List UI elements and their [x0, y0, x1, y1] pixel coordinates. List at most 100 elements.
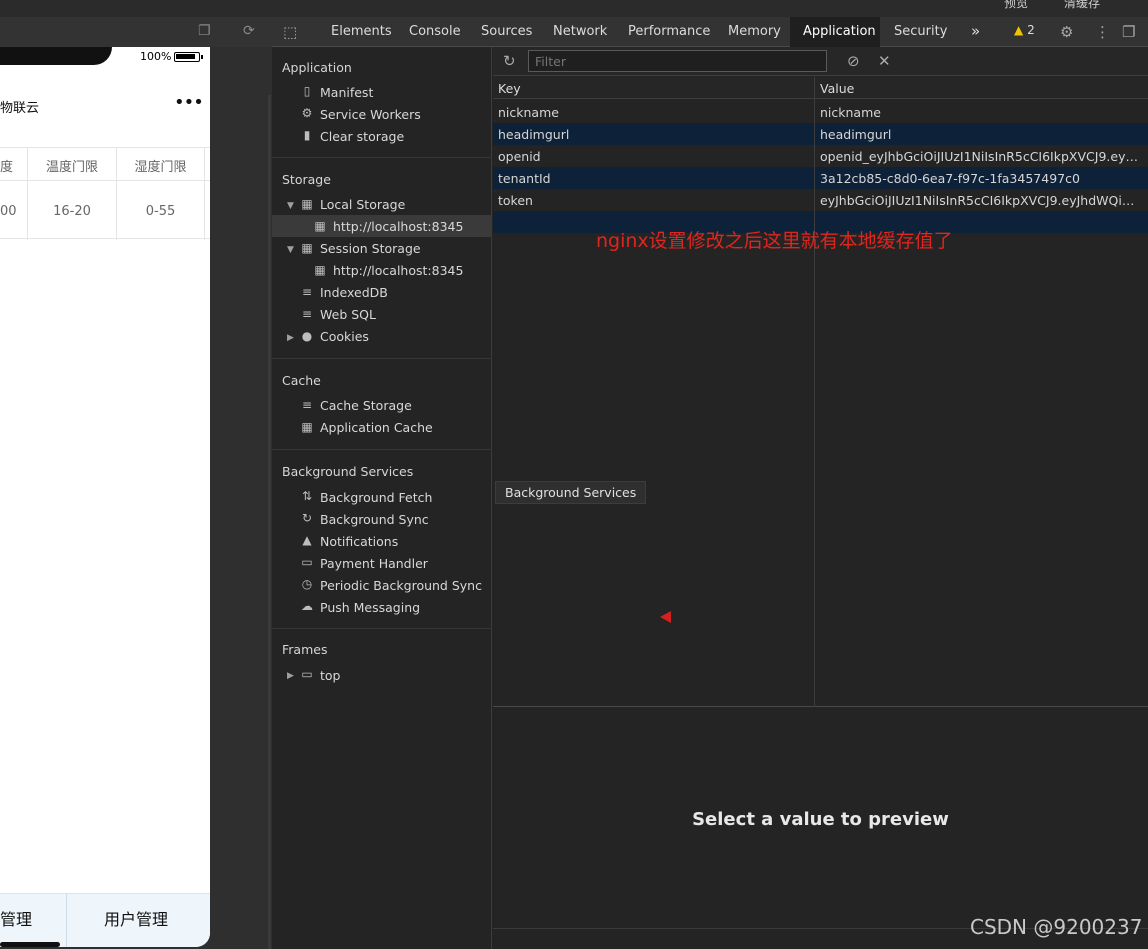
database-icon: ≡: [301, 285, 313, 299]
dock-icon[interactable]: ❐: [1122, 23, 1135, 41]
frame-window-icon: ▭: [301, 667, 313, 681]
expand-arrow-icon[interactable]: ▼: [287, 245, 294, 255]
storage-toolbar: ↻ ⊘ ✕: [493, 47, 1148, 76]
table-grid-icon: ▦: [301, 420, 313, 434]
inspect-icon[interactable]: ⬚: [283, 23, 297, 41]
divider: [0, 180, 210, 181]
kebab-menu-icon[interactable]: ⋮: [1095, 23, 1110, 41]
row-key: nickname: [498, 105, 559, 120]
row-key: headimgurl: [498, 127, 570, 142]
annotation-text: nginx设置修改之后这里就有本地缓存值了: [596, 230, 953, 252]
sidebar-item-background-sync[interactable]: Background Sync: [320, 512, 429, 527]
sidebar-item-service-workers[interactable]: Service Workers: [320, 107, 421, 122]
row-value: 3a12cb85-c8d0-6ea7-f97c-1fa3457497c0: [820, 171, 1080, 186]
expand-arrow-icon[interactable]: ▼: [287, 201, 294, 211]
sidebar-item-application-cache[interactable]: Application Cache: [320, 420, 433, 435]
scrollbar[interactable]: [268, 95, 271, 949]
top-strip: 预览 清缓存: [0, 0, 1148, 17]
divider: [272, 628, 492, 629]
tab-user-manage[interactable]: 用户管理: [104, 906, 168, 930]
tab-console[interactable]: Console: [403, 17, 467, 47]
database-icon: ≡: [301, 307, 313, 321]
more-tabs-icon[interactable]: »: [965, 17, 986, 47]
filter-input[interactable]: [528, 50, 827, 72]
bottom-tab-bar: 管理 用户管理: [0, 893, 210, 947]
sidebar-item-cache-storage[interactable]: Cache Storage: [320, 398, 412, 413]
trash-icon: ▮: [303, 128, 311, 142]
delete-selected-icon[interactable]: ✕: [878, 52, 891, 70]
refresh-icon[interactable]: ↻: [503, 52, 516, 70]
sidebar-item-frame-top[interactable]: top: [320, 668, 340, 683]
window-icon[interactable]: ❐: [198, 23, 211, 39]
sidebar-item-indexeddb[interactable]: IndexedDB: [320, 285, 388, 300]
tab-application[interactable]: Application: [790, 17, 880, 47]
clear-cache-link[interactable]: 清缓存: [1064, 0, 1100, 11]
row-key: openid: [498, 149, 541, 164]
section-storage: Storage: [282, 172, 331, 187]
table-row[interactable]: headimgurl headimgurl: [493, 123, 1148, 145]
divider: [66, 894, 67, 947]
divider: [204, 148, 205, 240]
table-row[interactable]: token eyJhbGciOiJIUzI1NiIsInR5cCI6IkpXVC…: [493, 189, 1148, 211]
value-preview-pane: Select a value to preview: [493, 708, 1148, 949]
gear-icon: ⚙: [301, 106, 313, 120]
sidebar-item-cookies[interactable]: Cookies: [320, 329, 369, 344]
sidebar-item-periodic-background-sync[interactable]: Periodic Background Sync: [320, 578, 482, 593]
sidebar-item-background-fetch[interactable]: Background Fetch: [320, 490, 432, 505]
tab-elements[interactable]: Elements: [325, 17, 398, 47]
column-divider[interactable]: [814, 77, 815, 707]
table-grid-icon: ▦: [301, 241, 313, 255]
table-row[interactable]: tenantId 3a12cb85-c8d0-6ea7-f97c-1fa3457…: [493, 167, 1148, 189]
table-row[interactable]: nickname nickname: [493, 101, 1148, 123]
table-header: 度: [0, 160, 14, 175]
sidebar-item-local-storage[interactable]: Local Storage: [320, 197, 405, 212]
notch: [0, 47, 112, 65]
table-row[interactable]: openid openid_eyJhbGciOiJIUzI1NiIsInR5cC…: [493, 145, 1148, 167]
section-frames: Frames: [282, 642, 328, 657]
sidebar-item-notifications[interactable]: Notifications: [320, 534, 398, 549]
tooltip: Background Services: [495, 481, 647, 504]
screen: 预览 清缓存 ❐ ⟳ 100% 物联云 ••• 度 温度门限 湿度门限 00 1…: [0, 0, 1148, 949]
table-cell: 16-20: [53, 204, 91, 219]
grid-header: Key Value: [493, 77, 1148, 99]
app-title: 物联云: [0, 101, 40, 116]
sidebar-item-session-storage[interactable]: Session Storage: [320, 241, 421, 256]
threshold-table: 度 温度门限 湿度门限 00 16-20 0-55: [0, 147, 210, 240]
column-header-value[interactable]: Value: [820, 81, 854, 96]
sidebar-item-websql[interactable]: Web SQL: [320, 307, 376, 322]
rotate-icon[interactable]: ⟳: [243, 23, 255, 39]
settings-gear-icon[interactable]: ⚙: [1060, 23, 1073, 41]
tab-memory[interactable]: Memory: [722, 17, 787, 47]
table-header: 湿度门限: [134, 160, 187, 175]
column-header-key[interactable]: Key: [498, 81, 521, 96]
divider: [272, 358, 492, 359]
divider: [272, 157, 492, 158]
sidebar-item-payment-handler[interactable]: Payment Handler: [320, 556, 428, 571]
sidebar-item-push-messaging[interactable]: Push Messaging: [320, 600, 420, 615]
sidebar-item-local-origin[interactable]: http://localhost:8345: [333, 219, 463, 234]
tab-manage[interactable]: 管理: [0, 906, 32, 930]
sidebar-item-manifest[interactable]: Manifest: [320, 85, 373, 100]
tab-security[interactable]: Security: [888, 17, 953, 47]
warning-indicator[interactable]: ▲ 2: [1014, 23, 1035, 37]
sidebar-item-session-origin[interactable]: http://localhost:8345: [333, 263, 463, 278]
sidebar-item-clear-storage[interactable]: Clear storage: [320, 129, 404, 144]
cookie-icon: ●: [301, 329, 313, 343]
tab-performance[interactable]: Performance: [622, 17, 716, 47]
database-icon: ≡: [301, 398, 313, 412]
tab-network[interactable]: Network: [547, 17, 613, 47]
watermark: CSDN @9200237: [970, 915, 1143, 939]
more-menu-icon[interactable]: •••: [174, 92, 204, 113]
preview-link[interactable]: 预览: [1004, 0, 1028, 11]
bell-icon: ▲: [302, 533, 312, 547]
clear-all-icon[interactable]: ⊘: [847, 52, 860, 70]
up-down-arrows-icon: ⇅: [301, 489, 313, 503]
table-header: 温度门限: [45, 160, 98, 175]
collapse-arrow-icon[interactable]: ▶: [287, 333, 294, 343]
collapse-arrow-icon[interactable]: ▶: [287, 671, 294, 681]
cloud-icon: ☁: [301, 599, 313, 613]
divider: [272, 449, 492, 450]
table-grid-icon: ▦: [314, 263, 326, 277]
document-icon: ▯: [303, 84, 311, 98]
tab-sources[interactable]: Sources: [475, 17, 538, 47]
